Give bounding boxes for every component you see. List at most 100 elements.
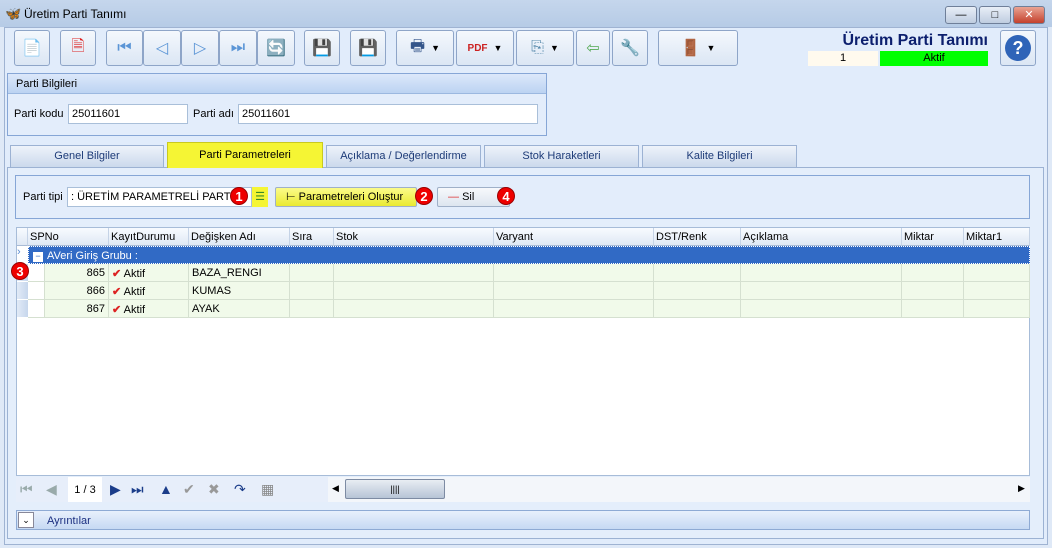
details-bar[interactable]: ⌄ Ayrıntılar <box>16 510 1030 530</box>
parti-tipi-input[interactable]: : ÜRETİM PARAMETRELİ PARTİ K <box>67 187 252 207</box>
column-header[interactable]: SPNo <box>28 228 109 246</box>
scroll-right-icon[interactable]: ▶ <box>1018 483 1025 494</box>
table-cell[interactable] <box>494 282 654 300</box>
settings-button[interactable]: 🔧 <box>612 30 648 66</box>
table-cell[interactable] <box>741 264 902 282</box>
spno-cell[interactable]: 865 <box>45 264 109 282</box>
print-icon: 🖶 <box>409 37 426 55</box>
variable-name-cell[interactable]: KUMAS <box>189 282 290 300</box>
exit-icon: 🚪 <box>680 40 701 57</box>
table-cell[interactable] <box>964 300 1030 318</box>
group-row[interactable]: − AVeri Giriş Grubu : <box>28 246 1030 264</box>
variable-name-cell[interactable]: BAZA_RENGI <box>189 264 290 282</box>
expand-icon[interactable]: ⌄ <box>18 512 34 528</box>
row-indicator-header[interactable] <box>17 228 28 246</box>
column-header[interactable]: Sıra <box>290 228 334 246</box>
pdf-export-button[interactable]: PDF ▼ <box>456 30 514 66</box>
table-cell[interactable] <box>494 264 654 282</box>
new-record-button[interactable]: 📄 <box>14 30 50 66</box>
table-cell[interactable] <box>741 300 902 318</box>
parti-kodu-input[interactable]: 25011601 <box>68 104 188 124</box>
table-cell[interactable] <box>334 264 494 282</box>
horizontal-scrollbar[interactable]: ◀ |||| ▶ <box>328 477 1030 502</box>
table-cell[interactable] <box>902 282 964 300</box>
insert-icon[interactable]: ▲ <box>159 481 173 497</box>
dropdown-arrow-icon[interactable]: ▼ <box>494 43 503 53</box>
column-header[interactable]: Miktar <box>902 228 964 246</box>
table-cell[interactable] <box>334 282 494 300</box>
dropdown-arrow-icon[interactable]: ▼ <box>550 43 559 53</box>
table-cell[interactable] <box>494 300 654 318</box>
first-record-button[interactable]: ⏮ <box>106 30 143 66</box>
scroll-thumb[interactable]: |||| <box>345 479 445 499</box>
status-cell[interactable]: ✔ Aktif <box>109 282 189 300</box>
collapse-icon[interactable]: − <box>33 252 43 262</box>
last-page-icon[interactable]: ⏭ <box>131 481 144 498</box>
prev-record-button[interactable]: ◁ <box>143 30 181 66</box>
status-cell[interactable]: ✔ Aktif <box>109 264 189 282</box>
minus-icon: — <box>448 191 463 203</box>
close-button[interactable]: ✕ <box>1013 6 1045 24</box>
column-header[interactable]: Miktar1 <box>964 228 1030 246</box>
table-cell[interactable] <box>290 282 334 300</box>
table-cell[interactable] <box>654 300 741 318</box>
spno-cell[interactable]: 867 <box>45 300 109 318</box>
post-icon[interactable]: ✔ <box>183 481 195 498</box>
refresh-button[interactable]: 🔄 <box>257 30 295 66</box>
tab-aciklama[interactable]: Açıklama / Değerlendirme <box>326 145 481 167</box>
last-record-button[interactable]: ⏭ <box>219 30 257 66</box>
table-cell[interactable] <box>290 264 334 282</box>
indent-cell <box>28 300 45 318</box>
next-record-button[interactable]: ▷ <box>181 30 219 66</box>
table-cell[interactable] <box>902 264 964 282</box>
column-header[interactable]: KayıtDurumu <box>109 228 189 246</box>
minimize-button[interactable]: — <box>945 6 977 24</box>
spno-cell[interactable]: 866 <box>45 282 109 300</box>
tab-parti-parametreleri[interactable]: Parti Parametreleri <box>167 142 323 168</box>
table-cell[interactable] <box>964 282 1030 300</box>
list-picker-button[interactable]: ☰ <box>252 187 268 207</box>
export-button[interactable]: ⎘ ▼ <box>516 30 574 66</box>
tab-stok-haraketleri[interactable]: Stok Haraketleri <box>484 145 639 167</box>
dropdown-arrow-icon[interactable]: ▼ <box>707 43 716 53</box>
cancel-save-button[interactable]: 💾 <box>350 30 386 66</box>
scroll-left-icon[interactable]: ◀ <box>332 483 339 494</box>
table-cell[interactable] <box>902 300 964 318</box>
import-button[interactable]: ⇦ <box>576 30 610 66</box>
refresh-icon[interactable]: ↷ <box>234 481 246 498</box>
delete-record-button[interactable]: 🗎 <box>60 30 96 66</box>
exit-button[interactable]: 🚪 ▼ <box>658 30 738 66</box>
parti-adi-input[interactable]: 25011601 <box>238 104 538 124</box>
cancel-icon[interactable]: ✖ <box>208 481 220 498</box>
tab-genel-bilgiler[interactable]: Genel Bilgiler <box>10 145 164 167</box>
prev-page-icon[interactable]: ◀ <box>46 481 57 498</box>
next-page-icon[interactable]: ▶ <box>110 481 121 498</box>
save-icon: 💾 <box>312 40 332 57</box>
column-header[interactable]: Açıklama <box>741 228 902 246</box>
column-header[interactable]: DST/Renk <box>654 228 741 246</box>
last-record-icon: ⏭ <box>230 39 246 56</box>
dropdown-arrow-icon[interactable]: ▼ <box>431 43 440 53</box>
annotation-badge-4: 4 <box>497 187 515 205</box>
print-button[interactable]: 🖶 ▼ <box>396 30 454 66</box>
table-cell[interactable] <box>654 282 741 300</box>
column-header[interactable]: Değişken Adı <box>189 228 290 246</box>
grid-navigator: ⏮ ◀ 1 / 3 ▶ ⏭ ▲ ✔ ✖ ↷ ▦ ◀ |||| ▶ <box>16 477 1030 502</box>
maximize-button[interactable]: □ <box>979 6 1011 24</box>
check-icon: ✔ <box>112 268 122 280</box>
column-header[interactable]: Varyant <box>494 228 654 246</box>
table-cell[interactable] <box>741 282 902 300</box>
status-cell[interactable]: ✔ Aktif <box>109 300 189 318</box>
table-cell[interactable] <box>654 264 741 282</box>
tab-kalite-bilgileri[interactable]: Kalite Bilgileri <box>642 145 797 167</box>
first-page-icon[interactable]: ⏮ <box>20 481 33 498</box>
table-cell[interactable] <box>964 264 1030 282</box>
variable-name-cell[interactable]: AYAK <box>189 300 290 318</box>
column-header[interactable]: Stok <box>334 228 494 246</box>
help-button[interactable]: ? <box>1000 30 1036 66</box>
save-button[interactable]: 💾 <box>304 30 340 66</box>
table-cell[interactable] <box>334 300 494 318</box>
grid-icon[interactable]: ▦ <box>261 481 274 498</box>
parametreleri-olustur-button[interactable]: ⊢ Parametreleri Oluştur <box>275 187 417 207</box>
table-cell[interactable] <box>290 300 334 318</box>
